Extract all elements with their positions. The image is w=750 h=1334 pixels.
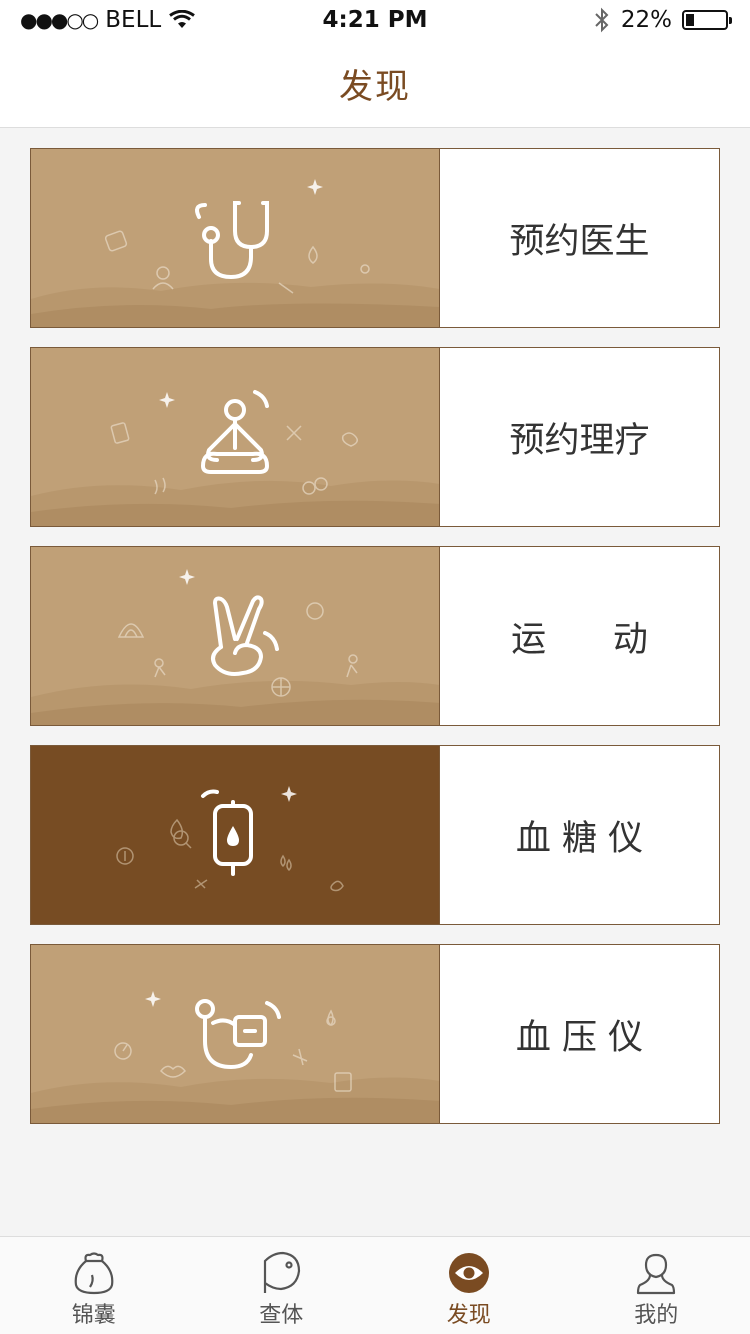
blood-pressure-cuff-icon [195, 999, 281, 1069]
stethoscope-icon [195, 201, 269, 280]
user-icon [637, 1253, 676, 1295]
tab-mine[interactable]: 我的 [563, 1237, 750, 1334]
tab-label: 锦囊 [71, 1303, 116, 1328]
card-image [31, 945, 440, 1123]
pouch-icon [74, 1252, 114, 1295]
meditation-icon [201, 390, 269, 474]
battery-fill [686, 14, 694, 26]
tab-label: 查体 [259, 1303, 304, 1328]
card-doctor-appointment[interactable]: 预约医生 [30, 148, 720, 328]
page-title: 发现 [339, 67, 411, 107]
tab-label: 我的 [634, 1303, 679, 1328]
wifi-icon [169, 10, 196, 28]
checkup-icon [264, 1251, 301, 1293]
bluetooth-icon [595, 7, 609, 33]
status-right: 22% [593, 7, 732, 33]
tab-bar: 锦囊 查体 发现 我的 [0, 1236, 750, 1334]
signal-icon: ●●●○○ [20, 8, 99, 32]
eye-icon [448, 1253, 489, 1293]
tab-pouch[interactable]: 锦囊 [0, 1237, 188, 1334]
card-glucose-meter[interactable]: 血 糖 仪 [30, 745, 720, 925]
discover-card-list: 预约医生 预约理疗 运 动 血 糖 仪 血 压 仪 [30, 148, 720, 1143]
victory-hand-icon [211, 595, 279, 676]
card-image [31, 547, 440, 725]
card-image [31, 746, 440, 924]
status-bar: ●●●○○ BELL 4:21 PM 22% [0, 0, 750, 40]
card-image [31, 348, 440, 526]
tab-label: 发现 [446, 1303, 491, 1328]
card-exercise[interactable]: 运 动 [30, 546, 720, 726]
status-left: ●●●○○ BELL [20, 7, 196, 33]
carrier-label: BELL [105, 7, 162, 33]
tab-checkup[interactable]: 查体 [188, 1237, 376, 1334]
card-therapy-appointment[interactable]: 预约理疗 [30, 347, 720, 527]
battery-percent: 22% [620, 7, 672, 33]
card-label: 运 动 [511, 619, 648, 660]
card-label: 预约医生 [509, 221, 650, 262]
battery-icon [682, 10, 732, 30]
card-label: 血 糖 仪 [515, 818, 644, 859]
tab-discover[interactable]: 发现 [375, 1237, 563, 1334]
card-image [31, 149, 440, 327]
card-label: 血 压 仪 [515, 1017, 644, 1058]
card-blood-pressure-meter[interactable]: 血 压 仪 [30, 944, 720, 1124]
nav-bar: 发现 [0, 40, 750, 128]
iv-bag-icon [201, 789, 253, 876]
card-label: 预约理疗 [509, 420, 650, 461]
